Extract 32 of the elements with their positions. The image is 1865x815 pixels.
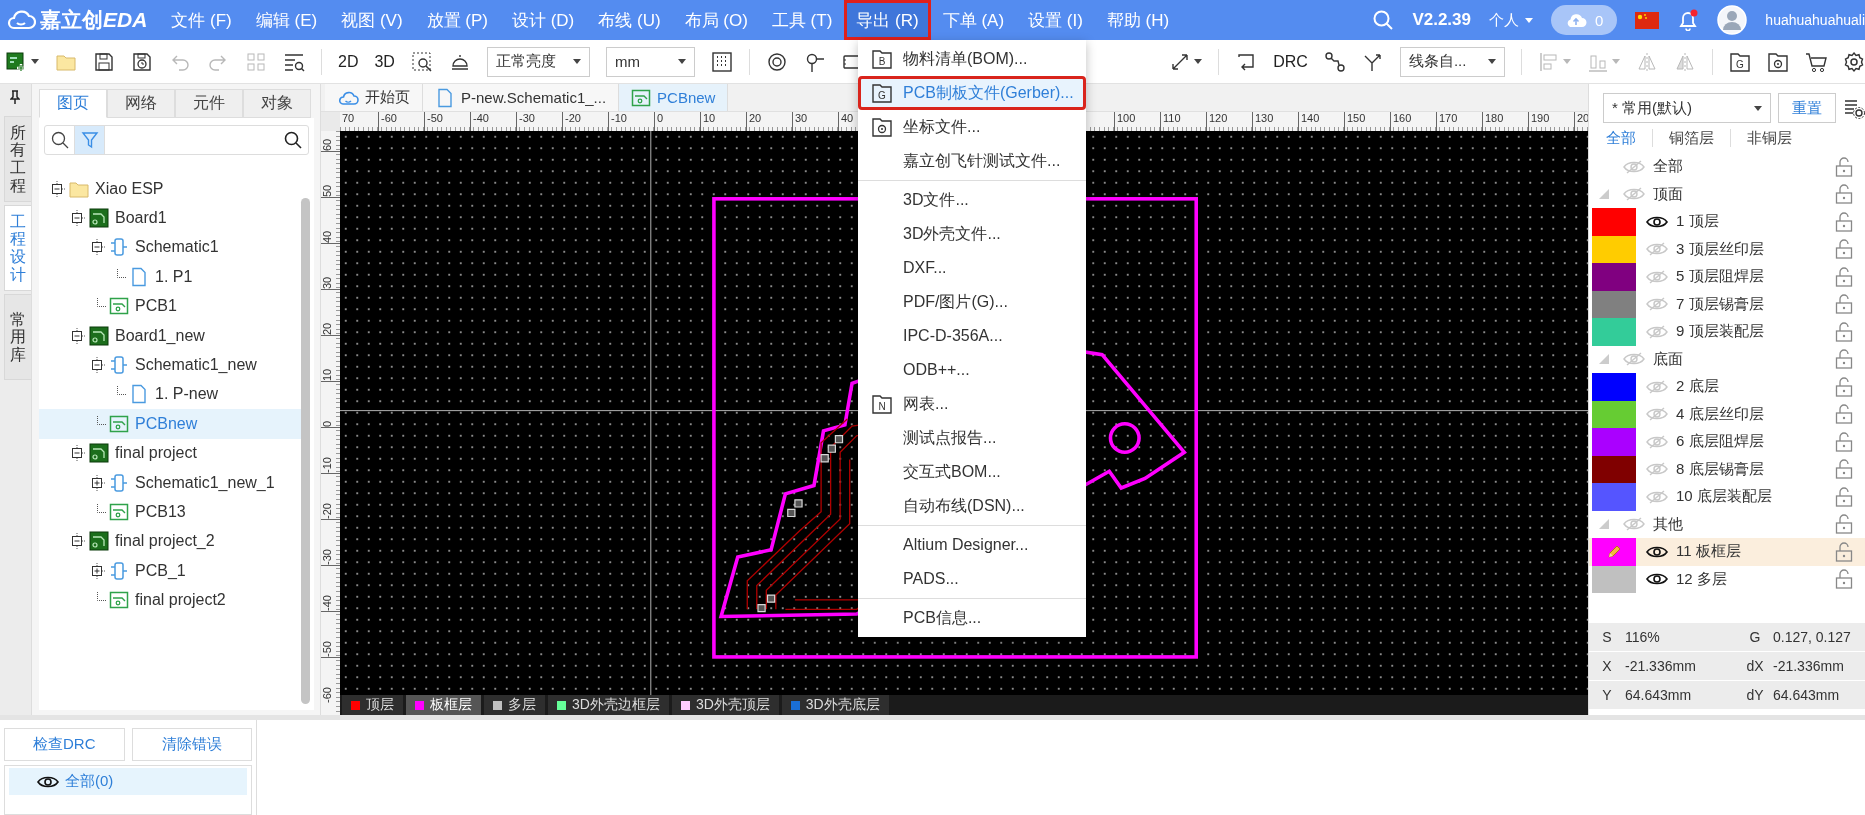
file-letter-icon: G <box>871 82 893 104</box>
readout-value: 0.127, 0.127 <box>1773 629 1851 645</box>
ruler-label: -60 <box>321 686 333 703</box>
file-letter-icon: N <box>871 393 893 415</box>
ruler-label: 40 <box>321 229 333 243</box>
ruler-label: 0 <box>321 419 333 427</box>
ruler-label: 70 <box>341 112 356 126</box>
readout-value: 64.643mm <box>1773 687 1840 703</box>
readout-label: Y <box>1601 687 1613 703</box>
ruler-label: 60 <box>321 137 333 151</box>
ruler-label: -40 <box>321 594 333 611</box>
readout-label: X <box>1601 658 1613 674</box>
ruler-label: -20 <box>321 502 333 519</box>
ruler-label: 30 <box>321 275 333 289</box>
readout-label: S <box>1601 629 1613 645</box>
ruler-label: -50 <box>321 640 333 657</box>
username-label: huahuahuahuali <box>1765 12 1865 28</box>
ruler-label: 20 <box>321 321 333 335</box>
app-logo-text: 嘉立创EDA <box>40 7 148 33</box>
readout-value: 64.643mm <box>1625 687 1692 703</box>
version-label: V2.2.39 <box>1412 10 1471 30</box>
ruler-label: -30 <box>321 548 333 565</box>
ruler-label: -10 <box>321 456 333 473</box>
ruler-label: 10 <box>321 367 333 381</box>
readout-value: -21.336mm <box>1625 658 1696 674</box>
readout-value: 116% <box>1625 629 1660 645</box>
readout-label: dY <box>1745 687 1765 703</box>
readout-label: dX <box>1745 658 1765 674</box>
readout-value: -21.336mm <box>1773 658 1844 674</box>
ruler-label: 50 <box>321 183 333 197</box>
readout-label: G <box>1748 629 1762 645</box>
file-letter-icon: B <box>871 48 893 70</box>
